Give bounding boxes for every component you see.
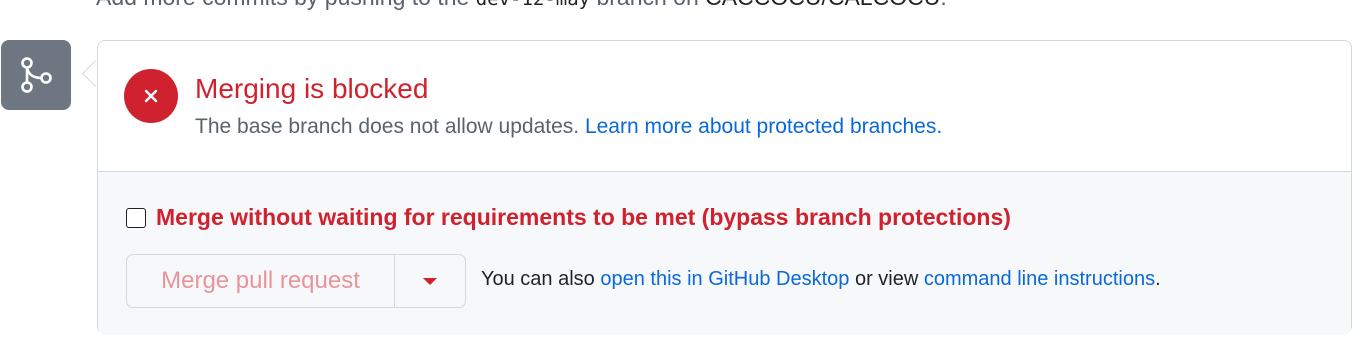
bypass-checkbox[interactable]: [126, 207, 146, 228]
merge-options-dropdown[interactable]: [395, 255, 465, 307]
merge-button-group: Merge pull request: [126, 254, 466, 308]
repo-name: CACCOCU/CALCOCU: [705, 0, 940, 10]
merge-alternatives-text: You can also open this in GitHub Desktop…: [481, 268, 1161, 291]
triangle-down-icon: [423, 277, 437, 285]
merge-box: Merging is blocked The base branch does …: [97, 40, 1352, 335]
status-description-text: The base branch does not allow updates.: [195, 115, 585, 138]
alternatives-prefix: You can also: [481, 268, 601, 290]
x-circle-icon: [124, 69, 178, 123]
push-note-prefix: Add more commits by pushing to the: [96, 0, 476, 10]
bypass-checkbox-label[interactable]: Merge without waiting for requirements t…: [156, 204, 1011, 231]
learn-more-link[interactable]: Learn more about protected branches.: [585, 115, 942, 138]
git-merge-icon: [1, 40, 71, 110]
push-note-suffix: .: [940, 0, 946, 10]
merge-action-section: Merge without waiting for requirements t…: [98, 171, 1351, 335]
merge-status-description: The base branch does not allow updates. …: [195, 115, 942, 139]
branch-name: dev-12-may: [476, 0, 590, 10]
alternatives-middle: or view: [849, 268, 924, 290]
merge-status-section: Merging is blocked The base branch does …: [98, 41, 1351, 171]
merge-status-title: Merging is blocked: [195, 73, 429, 104]
command-line-instructions-link[interactable]: command line instructions: [924, 268, 1155, 290]
alternatives-suffix: .: [1155, 268, 1161, 290]
github-desktop-link[interactable]: open this in GitHub Desktop: [600, 268, 849, 290]
push-note-middle: branch on: [590, 0, 705, 10]
push-commits-note: Add more commits by pushing to the dev-1…: [96, 0, 947, 11]
merge-pull-request-button[interactable]: Merge pull request: [127, 255, 395, 307]
bypass-protections-row[interactable]: Merge without waiting for requirements t…: [126, 204, 1011, 231]
